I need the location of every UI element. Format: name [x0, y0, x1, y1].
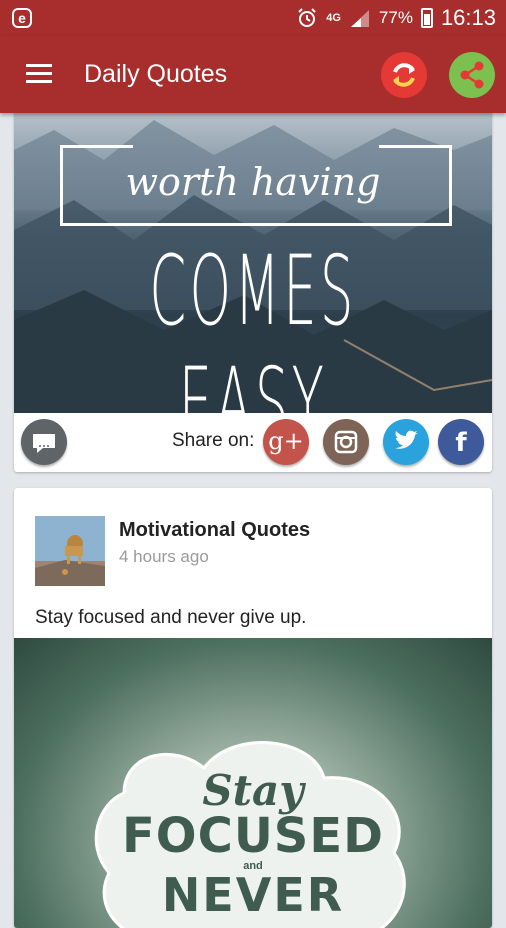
quote-word-never: NEVER: [161, 868, 345, 922]
post-author[interactable]: Motivational Quotes: [119, 519, 310, 542]
comment-button[interactable]: [21, 419, 67, 465]
comment-icon: [33, 434, 55, 453]
refresh-icon: [393, 63, 415, 87]
post-text: Stay focused and never give up.: [35, 607, 307, 628]
battery-icon: [420, 8, 433, 28]
notification-e-icon: e: [12, 8, 32, 28]
app-title: Daily Quotes: [84, 60, 228, 88]
clock-time: 16:13: [440, 5, 496, 30]
google-plus-icon: g+: [268, 427, 304, 455]
facebook-icon: f: [455, 428, 467, 458]
status-right: 4G 77% 16:13: [296, 0, 496, 36]
facebook-button[interactable]: f: [438, 419, 484, 465]
quote-word-focused: FOCUSED: [122, 808, 384, 864]
share-button[interactable]: [449, 52, 495, 98]
refresh-button[interactable]: [381, 52, 427, 98]
quote-card: worth having COMES EASY Share on: g+ f: [14, 90, 492, 472]
quote-image[interactable]: worth having COMES EASY: [14, 90, 492, 459]
share-row: Share on: g+ f: [14, 413, 492, 472]
alarm-icon: [298, 8, 316, 27]
app-bar: Daily Quotes: [0, 36, 506, 113]
status-bar: e 4G 77% 16:13: [0, 0, 506, 36]
post-card: Motivational Quotes 4 hours ago Stay foc…: [14, 488, 492, 928]
quote-image[interactable]: Stay FOCUSED and NEVER: [14, 638, 492, 928]
twitter-button[interactable]: [383, 419, 429, 465]
lion-avatar-image: [35, 516, 105, 586]
network-type: 4G: [326, 12, 341, 24]
instagram-icon: [334, 430, 358, 454]
post-timestamp: 4 hours ago: [119, 547, 209, 566]
signal-icon: [350, 10, 369, 27]
quote-line-1: worth having: [125, 160, 381, 204]
share-label: Share on:: [172, 430, 255, 451]
menu-icon[interactable]: [26, 64, 54, 84]
instagram-button[interactable]: [323, 419, 369, 465]
avatar[interactable]: [35, 516, 105, 586]
twitter-bird-icon: [395, 430, 418, 449]
battery-percent: 77%: [378, 8, 413, 27]
share-icon: [460, 61, 484, 89]
google-plus-button[interactable]: g+: [263, 419, 309, 465]
